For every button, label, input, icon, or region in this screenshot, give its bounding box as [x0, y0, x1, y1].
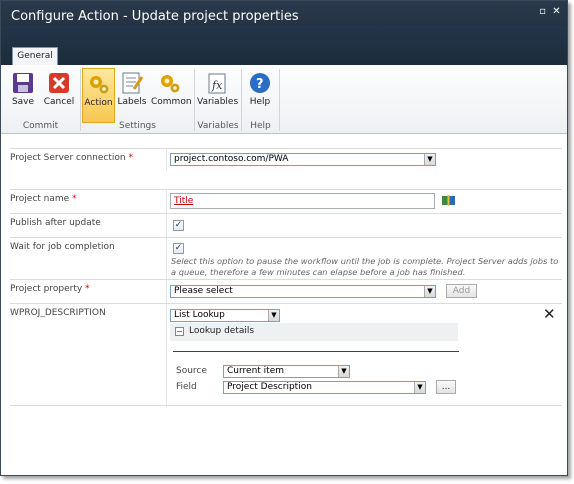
save-label: Save	[11, 97, 35, 107]
chevron-down-icon[interactable]: ▼	[424, 286, 435, 297]
project-property-select[interactable]: Please select ▼	[170, 285, 436, 298]
group-help-label: Help	[250, 121, 271, 131]
add-button[interactable]: Add	[446, 284, 477, 298]
lookup-type-value: List Lookup	[174, 310, 225, 320]
column-divider	[166, 214, 167, 238]
source-value: Current item	[227, 366, 284, 376]
source-select[interactable]: Current item ▼	[223, 365, 350, 378]
column-divider	[166, 280, 167, 304]
ribbon: Save Cancel Action Labels Common fx Vari…	[1, 65, 567, 134]
lookup-divider	[173, 351, 459, 352]
action-button[interactable]: Action	[82, 68, 115, 123]
help-label: Help	[249, 97, 271, 107]
column-divider	[166, 238, 167, 280]
source-label: Source	[176, 366, 207, 376]
wproj-description-label: WPROJ_DESCRIPTION	[10, 308, 106, 318]
project-property-label-text: Project property	[10, 284, 83, 294]
help-icon: ?	[250, 73, 270, 93]
column-divider	[166, 304, 167, 407]
lookup-details-label: Lookup details	[189, 326, 255, 336]
wproj-description-row: WPROJ_DESCRIPTION List Lookup ▼ ✕ − Look…	[10, 303, 562, 407]
group-variables-label: Variables	[197, 121, 239, 131]
wait-for-job-label: Wait for job completion	[10, 242, 115, 252]
gears-icon	[161, 75, 180, 93]
project-name-label: Project name *	[10, 194, 77, 204]
project-property-row: Project property * Please select ▼ Add	[10, 279, 562, 304]
remove-property-icon[interactable]: ✕	[543, 307, 556, 322]
field-value: Project Description	[227, 382, 312, 392]
tab-general[interactable]: General	[12, 47, 58, 66]
dialog-title: Configure Action - Update project proper…	[11, 9, 299, 24]
cancel-icon	[49, 73, 69, 93]
project-property-label: Project property *	[10, 284, 90, 294]
gears-icon	[89, 76, 108, 94]
group-divider	[279, 69, 280, 131]
close-icon[interactable]: ✕	[551, 7, 562, 18]
field-select[interactable]: Project Description ▼	[223, 381, 426, 394]
labels-button[interactable]: Labels	[117, 68, 147, 116]
maximize-icon[interactable]: ▫	[537, 7, 548, 18]
server-connection-row: Project Server connection * project.cont…	[10, 148, 562, 171]
svg-text:fx: fx	[211, 79, 223, 92]
ribbon-tabstrip: General	[1, 26, 567, 66]
field-picker-button[interactable]: ...	[436, 380, 456, 394]
cancel-label: Cancel	[43, 97, 75, 107]
server-connection-label-text: Project Server connection	[10, 153, 126, 163]
wait-for-job-help: Select this option to pause the workflow…	[171, 256, 559, 277]
action-label: Action	[84, 98, 113, 108]
lookup-type-select[interactable]: List Lookup ▼	[170, 309, 280, 322]
chevron-down-icon[interactable]: ▼	[268, 310, 279, 321]
project-name-token[interactable]: Title	[174, 196, 193, 206]
lookup-book-icon[interactable]	[442, 195, 455, 206]
chevron-down-icon[interactable]: ▼	[414, 382, 425, 393]
labels-icon	[122, 72, 144, 94]
variables-label: Variables	[197, 97, 239, 107]
collapse-icon[interactable]: −	[175, 327, 184, 336]
wait-for-job-checkbox[interactable]: ✓	[173, 243, 184, 254]
lookup-details-header[interactable]: − Lookup details	[170, 323, 458, 341]
dialog-window: Configure Action - Update project proper…	[0, 0, 568, 476]
group-commit-label: Commit	[22, 121, 59, 131]
save-button[interactable]: Save	[7, 68, 39, 116]
common-label: Common	[151, 97, 192, 107]
required-marker: *	[85, 284, 90, 294]
labels-label: Labels	[117, 97, 147, 107]
column-divider	[166, 149, 167, 171]
server-connection-label: Project Server connection *	[10, 153, 133, 163]
publish-after-update-checkbox[interactable]: ✓	[173, 220, 184, 231]
wait-for-job-row: Wait for job completion ✓ Select this op…	[10, 237, 562, 280]
function-icon: fx	[208, 73, 226, 94]
project-name-row: Project name * Title	[10, 189, 562, 214]
required-marker: *	[72, 194, 77, 204]
common-button[interactable]: Common	[151, 68, 192, 116]
help-button[interactable]: ? Help	[245, 68, 275, 116]
required-marker: *	[128, 153, 134, 163]
column-divider	[166, 190, 167, 214]
field-label: Field	[176, 382, 197, 392]
group-settings-label: Settings	[119, 121, 156, 131]
save-icon	[13, 73, 33, 93]
chevron-down-icon[interactable]: ▼	[424, 154, 435, 165]
project-name-input[interactable]: Title	[170, 193, 435, 209]
server-connection-select[interactable]: project.contoso.com/PWA ▼	[170, 153, 436, 166]
chevron-down-icon[interactable]: ▼	[338, 366, 349, 377]
publish-after-update-row: Publish after update ✓	[10, 213, 562, 238]
svg-text:?: ?	[256, 77, 264, 92]
server-connection-value: project.contoso.com/PWA	[174, 154, 289, 164]
cancel-button[interactable]: Cancel	[42, 68, 76, 116]
variables-button[interactable]: fx Variables	[197, 68, 239, 116]
project-name-label-text: Project name	[10, 194, 70, 204]
project-property-value: Please select	[174, 286, 233, 296]
publish-after-update-label: Publish after update	[10, 218, 101, 228]
